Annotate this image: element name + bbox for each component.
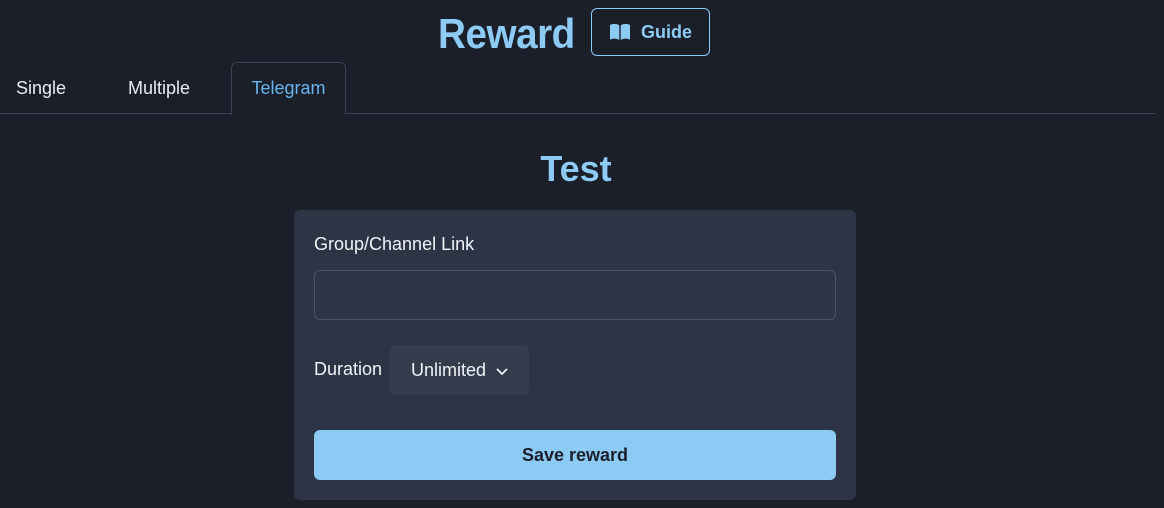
page-title: Reward — [438, 10, 575, 57]
duration-label: Duration — [314, 359, 383, 379]
link-field-label: Group/Channel Link — [314, 234, 475, 254]
telegram-reward-form: Group/Channel Link Duration Unlimited Sa… — [294, 210, 856, 500]
section-title: Test — [540, 148, 612, 189]
tab-multiple[interactable]: Multiple — [105, 62, 213, 114]
chevron-down-icon — [496, 360, 508, 381]
tab-bar: Single Multiple Telegram — [0, 62, 1155, 115]
link-input[interactable] — [314, 270, 836, 320]
header: Reward Guide — [0, 0, 1164, 62]
tab-telegram[interactable]: Telegram — [231, 62, 346, 115]
tab-single[interactable]: Single — [0, 62, 80, 114]
save-reward-button[interactable]: Save reward — [314, 430, 836, 480]
duration-value: Unlimited — [410, 359, 487, 380]
page: Reward Guide Single Multiple Telegram Te… — [0, 0, 1164, 508]
duration-select[interactable]: Unlimited — [390, 345, 529, 395]
guide-button-label: Guide — [640, 21, 692, 42]
guide-button[interactable]: Guide — [591, 8, 710, 56]
open-book-icon — [609, 23, 631, 41]
